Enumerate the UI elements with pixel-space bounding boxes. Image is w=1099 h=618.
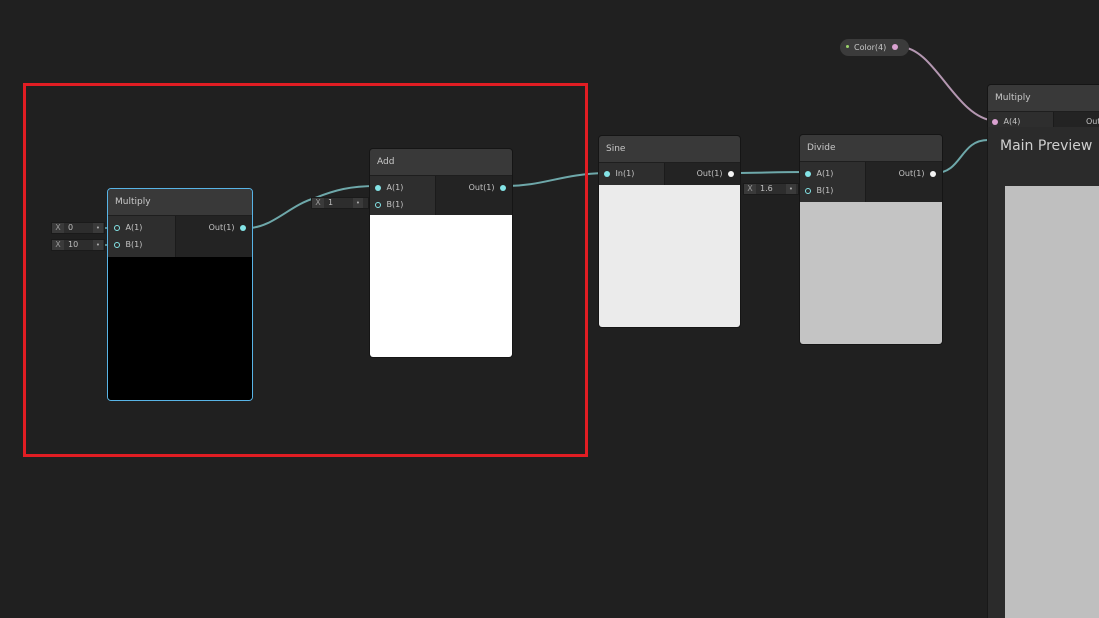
main-preview-title: Main Preview <box>1000 138 1093 154</box>
output-port[interactable]: Out(1) <box>899 169 936 179</box>
node-title[interactable]: Multiply <box>988 85 1099 112</box>
input-port-icon <box>604 170 610 177</box>
output-port-icon <box>930 170 936 177</box>
output-ports: Out(1) <box>664 163 740 185</box>
port-label: Out(1) <box>696 169 723 178</box>
port-label: A(4) <box>1003 117 1021 126</box>
input-port-icon <box>805 187 811 194</box>
property-label: Color(4) <box>854 43 887 52</box>
main-preview-render[interactable] <box>1005 186 1099 618</box>
divide-b-field[interactable]: X 1.6 • <box>743 183 799 195</box>
output-port-icon <box>728 170 734 177</box>
main-preview-panel[interactable]: Main Preview <box>987 127 1099 618</box>
port-label: Out <box>1086 117 1099 126</box>
input-port-in[interactable]: In(1) <box>604 169 634 179</box>
node-title[interactable]: Divide <box>800 135 942 162</box>
wire-color-to-multiply <box>899 46 996 122</box>
input-port-icon <box>805 170 811 177</box>
port-label: A(1) <box>816 169 834 178</box>
sine-node[interactable]: Sine In(1) Out(1) <box>598 135 741 328</box>
output-port-icon[interactable] <box>892 44 898 50</box>
input-port-a[interactable]: A(4) <box>992 117 1020 127</box>
input-ports: A(1) B(1) <box>800 162 866 202</box>
input-port-b[interactable]: B(1) <box>805 186 833 196</box>
node-title[interactable]: Sine <box>599 136 740 163</box>
divide-node[interactable]: Divide A(1) B(1) Out(1) <box>799 134 943 345</box>
output-port[interactable]: Out <box>1086 117 1099 127</box>
connector-dot-icon: • <box>786 184 796 194</box>
port-label: B(1) <box>816 186 834 195</box>
output-ports: Out(1) <box>865 162 942 202</box>
wire-sine-to-divide <box>732 171 807 174</box>
input-ports: In(1) <box>599 163 665 185</box>
color-property-node[interactable]: Color(4) <box>840 39 909 56</box>
port-label: Out(1) <box>898 169 925 178</box>
node-preview <box>599 185 740 327</box>
shader-graph-canvas[interactable]: X 0 • X 10 • X 1 • X 1.6 • Multiply A(1)… <box>0 0 1099 618</box>
field-value[interactable]: 1.6 <box>760 184 773 194</box>
port-label: In(1) <box>615 169 635 178</box>
output-port[interactable]: Out(1) <box>697 169 734 179</box>
input-port-a[interactable]: A(1) <box>805 169 833 179</box>
connection-dot-icon <box>846 45 849 48</box>
node-ports: In(1) Out(1) <box>599 163 740 186</box>
node-ports: A(1) B(1) Out(1) <box>800 162 942 203</box>
input-port-icon <box>992 118 998 125</box>
node-preview <box>800 202 942 344</box>
axis-label: X <box>744 184 756 194</box>
selection-rectangle <box>23 83 588 457</box>
